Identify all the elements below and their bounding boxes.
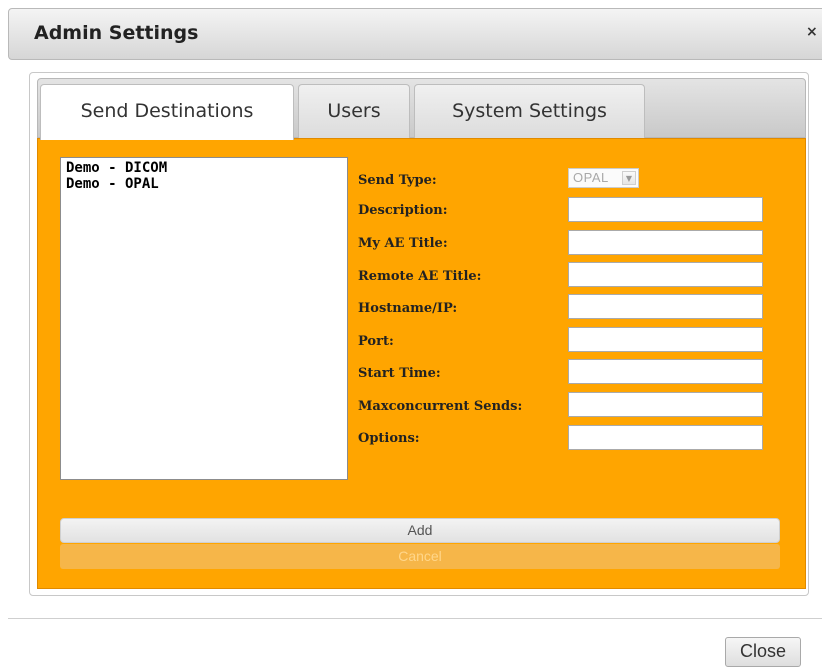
destination-list[interactable]: Demo - DICOM Demo - OPAL	[60, 157, 348, 480]
port-label: Port:	[358, 334, 394, 349]
description-label: Description:	[358, 203, 448, 218]
remote-ae-title-input[interactable]	[568, 262, 763, 287]
close-button[interactable]: Close	[725, 637, 801, 667]
hostname-label: Hostname/IP:	[358, 301, 458, 316]
dialog-title: Admin Settings	[34, 22, 199, 44]
send-type-select[interactable]: OPAL ▼	[568, 168, 639, 188]
description-input[interactable]	[568, 197, 763, 222]
footer-divider	[8, 618, 822, 619]
list-item[interactable]: Demo - DICOM	[66, 160, 342, 176]
start-time-label: Start Time:	[358, 366, 441, 381]
start-time-input[interactable]	[568, 359, 763, 384]
tab-send-destinations[interactable]: Send Destinations	[40, 84, 294, 140]
dialog-titlebar: Admin Settings	[8, 8, 822, 60]
send-type-value: OPAL	[573, 170, 609, 185]
my-ae-title-label: My AE Title:	[358, 236, 448, 251]
close-icon[interactable]: ×	[806, 24, 818, 40]
options-input[interactable]	[568, 425, 763, 450]
max-concurrent-sends-input[interactable]	[568, 392, 763, 417]
hostname-input[interactable]	[568, 294, 763, 319]
options-label: Options:	[358, 431, 420, 446]
list-item[interactable]: Demo - OPAL	[66, 176, 342, 192]
port-input[interactable]	[568, 327, 763, 352]
tab-system-settings[interactable]: System Settings	[414, 84, 645, 138]
my-ae-title-input[interactable]	[568, 230, 763, 255]
remote-ae-title-label: Remote AE Title:	[358, 269, 482, 284]
cancel-button: Cancel	[60, 544, 780, 569]
chevron-down-icon[interactable]: ▼	[622, 171, 636, 185]
tab-users[interactable]: Users	[298, 84, 410, 138]
send-type-label: Send Type:	[358, 173, 437, 188]
max-concurrent-sends-label: Maxconcurrent Sends:	[358, 399, 523, 414]
add-button[interactable]: Add	[60, 518, 780, 543]
